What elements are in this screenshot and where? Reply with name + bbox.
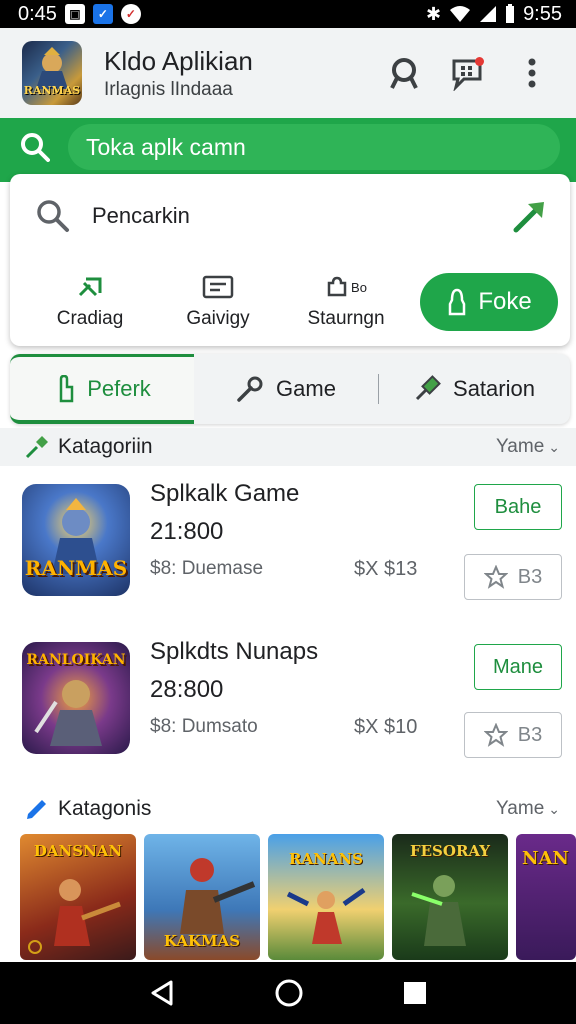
app-row[interactable]: RANLOIKAN Splkdts Nunaps 28:800 $8: Dums… [0,630,576,770]
app-action-button[interactable]: Bahe [474,484,562,530]
category-row: Cradiag Gaivigy Bo Staurngn Foke [26,270,558,334]
search-row[interactable]: Pencarkin [36,194,548,238]
recents-icon[interactable] [403,981,427,1005]
tab-bar: Peferk Game Satarion [10,354,570,424]
status-time: 0:45 [18,2,57,25]
app-rating-button[interactable]: B3 [464,554,562,600]
app-name: Splkalk Game [150,480,300,507]
carousel-card[interactable]: FESORAY [392,834,508,960]
app-count: 28:800 [150,676,224,703]
trending-arrow-icon[interactable] [512,198,548,234]
pen-icon [27,800,46,819]
foke-label: Foke [478,288,532,315]
chevron-down-icon: ⌄ [548,800,560,817]
app-action-button[interactable]: Mane [474,644,562,690]
app-title: Kldo Aplikian [104,45,253,76]
settings-icon [28,940,42,954]
home-icon[interactable] [274,978,304,1008]
category-cradiag[interactable]: Cradiag [26,274,154,330]
category-staurngn[interactable]: Bo Staurngn [282,274,410,330]
app-logo: RANMAS [22,41,82,105]
account-button[interactable] [382,51,426,95]
pin-icon [78,277,102,297]
carousel-card[interactable]: NAN [516,834,576,960]
carousel-card[interactable]: KAKMAS [144,834,260,960]
foke-button[interactable]: Foke [420,273,558,331]
app-meta: $8: Dumsato [150,716,258,737]
app-price: $X $13 [354,558,418,580]
game-carousel: DANSNAN KAKMAS RANANS FESORAY NAN [20,834,576,960]
app-thumbnail: RANMAS [22,484,130,596]
bluetooth-icon: ✱ [425,3,442,24]
carousel-card[interactable]: RANANS [268,834,384,960]
wifi-icon [450,6,471,22]
photo-icon: ▣ [64,4,85,24]
more-button[interactable] [510,51,554,95]
bulb-icon [449,288,466,316]
section-header-katagonis: Katagonis Yame ⌄ [0,790,576,828]
card-icon [202,275,234,299]
section-header-katagoriin: Katagoriin Yame ⌄ [0,428,576,466]
app-rating-button[interactable]: B3 [464,712,562,758]
hand-icon [59,374,74,402]
paint-icon [415,375,441,401]
tab-game[interactable]: Game [194,354,378,424]
more-vert-icon [528,58,536,88]
puzzle-icon-text: Bo [351,279,367,295]
status-right-time: 9:55 [523,2,562,25]
status-bar: 0:45 ▣ ✓ ✓ ✱ 9:55 [0,0,576,28]
mail-icon: ✓ [92,4,113,24]
key-icon [237,376,263,402]
navigation-bar [0,962,576,1024]
app-count: 21:800 [150,518,224,545]
puzzle-icon [327,276,347,297]
section-more-button[interactable]: Yame ⌄ [496,798,560,820]
star-icon [483,723,508,747]
app-titles: Kldo Aplikian Irlagnis lIndaaa [104,46,362,101]
search-label[interactable]: Pencarkin [92,203,512,229]
brush-icon [25,436,48,459]
app-price: $X $10 [354,716,418,738]
app-name: Splkdts Nunaps [150,638,319,665]
notifications-button[interactable] [446,51,490,95]
star-icon [483,565,508,589]
tab-satarion[interactable]: Satarion [379,354,569,424]
section-title: Katagoriin [58,435,153,458]
signal-icon [480,6,497,22]
app-thumbnail: RANLOIKAN [22,642,130,754]
app-meta: $8: Duemase [150,558,264,579]
section-more-button[interactable]: Yame ⌄ [496,436,560,458]
section-title: Katagonis [58,797,152,820]
chevron-down-icon: ⌄ [548,438,560,455]
green-search-input[interactable]: Toka aplk camn [68,124,560,170]
green-search-bar[interactable]: Toka aplk camn [20,124,560,170]
app-subtitle: Irlagnis lIndaaa [104,78,233,100]
shield-icon: ✓ [120,4,141,24]
tab-peferk[interactable]: Peferk [10,354,194,424]
app-header: RANMAS Kldo Aplikian Irlagnis lIndaaa [0,28,576,118]
back-icon[interactable] [149,979,175,1007]
account-icon [390,58,418,89]
notification-dot [475,57,484,66]
app-row[interactable]: RANMAS Splkalk Game 21:800 $8: Duemase $… [0,472,576,612]
battery-icon [506,4,515,23]
search-icon [21,133,50,162]
search-card: Pencarkin Cradiag Gaivigy Bo Staurngn Fo… [10,174,570,346]
carousel-card[interactable]: DANSNAN [20,834,136,960]
category-gaivigy[interactable]: Gaivigy [154,274,282,330]
search-icon [37,200,69,232]
